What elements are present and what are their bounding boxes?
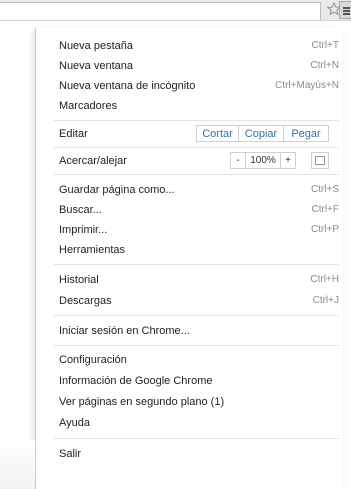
menu-item-new-tab[interactable]: Nueva pestaña Ctrl+T [36,36,343,56]
menu-item-shortcut: Ctrl+J [312,295,339,306]
menu-item-label: Configuración [59,354,127,366]
menu-item-label: Marcadores [59,100,118,112]
menu-item-tools[interactable]: Herramientas [36,240,343,260]
menu-item-zoom: Acercar/alejar - 100% + [36,151,343,171]
menu-item-settings[interactable]: Configuración [36,350,343,370]
browser-window: Nueva pestaña Ctrl+T Nueva ventana Ctrl+… [0,0,351,489]
paste-button[interactable]: Pegar [283,125,329,142]
zoom-level: 100% [245,152,281,169]
menu-item-edit: Editar Cortar Copiar Pegar [36,124,343,144]
menu-item-help[interactable]: Ayuda [36,413,343,433]
menu-item-about-chrome[interactable]: Información de Google Chrome [36,371,343,391]
menu-item-shortcut: Ctrl+N [310,60,339,71]
menu-item-downloads[interactable]: Descargas Ctrl+J [36,291,343,311]
menu-item-label: Acercar/alejar [59,155,127,167]
menu-bar-icon [343,10,350,12]
copy-button[interactable]: Copiar [238,125,284,142]
toolbar [0,0,351,21]
menu-item-label: Ver páginas en segundo plano (1) [59,396,225,408]
menu-bar-icon [343,13,350,15]
menu-item-bookmarks[interactable]: Marcadores [36,96,343,116]
menu-item-shortcut: Ctrl+H [310,274,339,285]
menu-item-new-window[interactable]: Nueva ventana Ctrl+N [36,56,343,76]
menu-item-label: Nueva pestaña [59,40,133,52]
menu-item-print[interactable]: Imprimir... Ctrl+P [36,220,343,240]
menu-item-label: Guardar página como... [59,184,175,196]
menu-item-label: Ayuda [59,417,90,429]
cut-button[interactable]: Cortar [196,125,239,142]
menu-separator [54,345,339,346]
zoom-in-button[interactable]: + [280,152,296,169]
menu-item-exit[interactable]: Salir [36,444,343,464]
menu-item-label: Nueva ventana [59,60,133,72]
menu-item-label: Historial [59,274,99,286]
menu-separator [54,174,339,175]
menu-item-shortcut: Ctrl+S [310,184,339,195]
menu-separator [54,147,339,148]
menu-item-label: Editar [59,128,88,140]
zoom-out-button[interactable]: - [230,152,246,169]
menu-item-incognito-window[interactable]: Nueva ventana de incógnito Ctrl+Mayús+N [36,76,343,96]
menu-item-find[interactable]: Buscar... Ctrl+F [36,200,343,220]
chrome-menu-button[interactable] [339,1,351,19]
menu-item-shortcut: Ctrl+F [311,204,340,215]
menu-item-shortcut: Ctrl+Mayús+N [275,80,339,91]
menu-item-sign-in[interactable]: Iniciar sesión en Chrome... [36,321,343,341]
menu-item-label: Buscar... [59,204,102,216]
menu-item-label: Imprimir... [59,224,108,236]
menu-bar-icon [343,7,350,9]
menu-item-label: Herramientas [59,244,126,256]
menu-item-background-pages[interactable]: Ver páginas en segundo plano (1) [36,392,343,412]
menu-separator [54,120,339,121]
menu-separator [54,315,339,316]
menu-item-label: Descargas [59,295,112,307]
menu-item-shortcut: Ctrl+T [311,40,340,51]
menu-item-label: Nueva ventana de incógnito [59,80,196,92]
menu-separator [54,264,339,265]
menu-item-shortcut: Ctrl+P [310,224,339,235]
menu-item-label: Información de Google Chrome [59,375,213,387]
page-background [0,440,35,489]
menu-item-history[interactable]: Historial Ctrl+H [36,270,343,290]
menu-separator [54,438,339,439]
address-bar[interactable] [0,2,321,20]
menu-item-save-page[interactable]: Guardar página como... Ctrl+S [36,180,343,200]
menu-item-label: Iniciar sesión en Chrome... [59,325,190,337]
fullscreen-icon[interactable] [311,152,329,169]
menu-item-label: Salir [59,448,82,460]
chrome-menu: Nueva pestaña Ctrl+T Nueva ventana Ctrl+… [35,28,343,489]
